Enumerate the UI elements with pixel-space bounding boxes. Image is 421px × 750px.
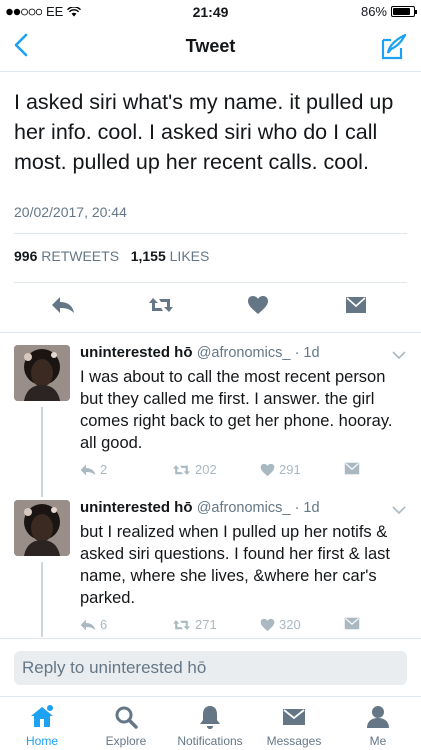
reply-input[interactable]: Reply to uninterested hō	[14, 651, 407, 685]
user-handle[interactable]: @afronomics_	[197, 345, 291, 361]
bell-icon	[200, 706, 220, 729]
reply-button[interactable]: 2	[80, 462, 107, 477]
envelope-icon	[344, 617, 360, 630]
thread-line	[41, 562, 43, 637]
avatar-image	[14, 345, 70, 401]
divider	[0, 638, 421, 639]
tab-label: Messages	[266, 734, 322, 748]
clock: 21:49	[192, 4, 229, 20]
reply-count: 6	[100, 617, 108, 632]
reply-button[interactable]	[48, 290, 78, 320]
reply-button[interactable]: 6	[80, 617, 107, 632]
retweet-icon	[149, 298, 173, 312]
avatar-image	[14, 500, 70, 556]
reply-text: but I realized when I pulled up her noti…	[80, 523, 390, 607]
retweet-icon	[173, 619, 190, 630]
tab-label: Me	[369, 734, 387, 748]
battery-icon	[391, 6, 417, 17]
like-count: 291	[279, 462, 301, 477]
user-name[interactable]: uninterested hō	[80, 499, 193, 516]
home-icon	[31, 705, 53, 727]
reply-time: · 1d	[294, 500, 320, 516]
battery-fill	[393, 8, 411, 15]
dm-button[interactable]	[341, 290, 371, 320]
reply-text: I was about to call the most recent pers…	[80, 368, 393, 452]
reply-header: uninterested hō @afronomics_ · 1d	[80, 344, 320, 361]
reply-tweet[interactable]: uninterested hō @afronomics_ · 1d I was …	[0, 333, 421, 497]
avatar[interactable]	[14, 500, 70, 556]
tweet-menu-button[interactable]	[391, 502, 407, 518]
tab-bar: Home Explore Notifications Messages Me	[0, 696, 421, 750]
tweet-menu-button[interactable]	[391, 347, 407, 363]
tweet-timestamp: 20/02/2017, 20:44	[14, 204, 127, 220]
tweet-actions	[0, 290, 421, 330]
retweet-count: 271	[195, 617, 217, 632]
tab-label: Notifications	[177, 734, 243, 748]
chevron-down-icon	[392, 506, 406, 515]
tweet-text: I asked siri what's my name. it pulled u…	[14, 90, 394, 174]
tab-explore[interactable]: Explore	[84, 703, 168, 748]
like-count: 320	[279, 617, 301, 632]
nav-bar: Tweet	[0, 22, 421, 72]
heart-icon	[260, 618, 275, 631]
tab-label: Home	[25, 734, 58, 748]
user-name[interactable]: uninterested hō	[80, 344, 193, 361]
reply-count: 2	[100, 462, 108, 477]
reply-input-placeholder: Reply to uninterested hō	[22, 658, 207, 677]
likes-count: 1,155	[130, 248, 166, 264]
like-button[interactable]: 291	[260, 462, 301, 477]
battery-percent: 86%	[360, 4, 387, 19]
like-button[interactable]	[243, 290, 273, 320]
retweets-label: RETWEETS	[41, 248, 120, 264]
retweet-button[interactable]: 202	[172, 462, 217, 477]
retweets-stat[interactable]: 996 RETWEETS	[14, 248, 119, 264]
page-title: Tweet	[185, 36, 236, 56]
retweets-count: 996	[14, 248, 38, 264]
reply-actions: 6 271 320	[80, 617, 380, 637]
compose-button[interactable]	[379, 32, 409, 62]
user-handle[interactable]: @afronomics_	[197, 500, 291, 516]
envelope-icon	[283, 709, 305, 725]
reply-time: · 1d	[294, 345, 320, 361]
reply-icon	[52, 297, 74, 313]
divider	[14, 282, 407, 283]
thread-line	[41, 407, 43, 497]
chevron-down-icon	[392, 351, 406, 360]
tab-home[interactable]: Home	[0, 703, 84, 748]
likes-stat[interactable]: 1,155 LIKES	[131, 248, 210, 264]
search-icon	[115, 706, 138, 729]
battery-status: 86%	[360, 4, 417, 19]
like-button[interactable]: 320	[260, 617, 301, 632]
reply-icon	[80, 464, 96, 475]
compose-icon	[381, 33, 407, 60]
retweet-button[interactable]: 271	[172, 617, 217, 632]
retweet-count: 202	[195, 462, 217, 477]
person-icon	[367, 706, 389, 728]
dm-button[interactable]	[344, 617, 360, 630]
dm-button[interactable]	[344, 462, 360, 475]
reply-header: uninterested hō @afronomics_ · 1d	[80, 499, 320, 516]
tab-notifications[interactable]: Notifications	[168, 703, 252, 748]
tab-me[interactable]: Me	[336, 703, 420, 748]
retweet-icon	[173, 464, 190, 475]
avatar[interactable]	[14, 345, 70, 401]
reply-tweet[interactable]: uninterested hō @afronomics_ · 1d but I …	[0, 490, 421, 637]
tab-messages[interactable]: Messages	[252, 703, 336, 748]
likes-label: LIKES	[169, 248, 210, 264]
divider	[14, 233, 407, 234]
tweet-stats: 996 RETWEETS 1,155 LIKES	[14, 248, 209, 264]
tab-label: Explore	[105, 734, 147, 748]
status-bar: EE 21:49 86%	[0, 0, 421, 22]
envelope-icon	[346, 297, 366, 313]
heart-icon	[248, 296, 268, 314]
retweet-button[interactable]	[146, 290, 176, 320]
envelope-icon	[344, 462, 360, 475]
heart-icon	[260, 463, 275, 476]
reply-actions: 2 202 291	[80, 462, 380, 482]
reply-icon	[80, 619, 96, 630]
